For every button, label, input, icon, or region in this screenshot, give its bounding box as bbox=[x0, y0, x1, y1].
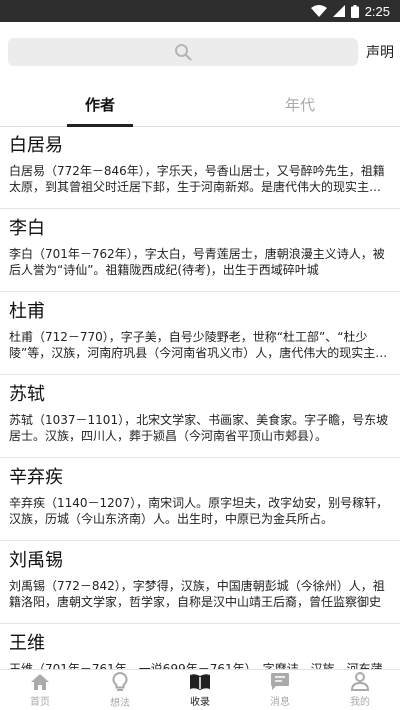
list-item[interactable]: 李白 李白（701年－762年），字太白，号青莲居士，唐朝浪漫主义诗人，被后人誉… bbox=[0, 209, 400, 292]
list-item[interactable]: 辛弃疾 辛弃疾（1140－1207），南宋词人。原字坦夫，改字幼安，别号稼轩，汉… bbox=[0, 458, 400, 541]
author-desc: 刘禹锡（772－842），字梦得，汉族，中国唐朝彭城（今徐州）人，祖籍洛阳，唐朝… bbox=[9, 579, 385, 609]
book-icon bbox=[190, 673, 210, 690]
list-item[interactable]: 苏轼 苏轼（1037－1101），北宋文学家、书画家、美食家。字子瞻，号东坡居士… bbox=[0, 375, 400, 458]
author-desc: 白居易（772年－846年），字乐天，号香山居士，又号醉吟先生，祖籍太原，到其曾… bbox=[9, 164, 385, 194]
nav-label: 想法 bbox=[110, 697, 130, 709]
nav-label: 首页 bbox=[30, 696, 50, 708]
home-icon bbox=[31, 673, 49, 690]
list-item[interactable]: 杜甫 杜甫（712－770），字子美，自号少陵野老，世称“杜工部”、“杜少陵”等… bbox=[0, 292, 400, 375]
author-desc: 杜甫（712－770），字子美，自号少陵野老，世称“杜工部”、“杜少陵”等，汉族… bbox=[9, 330, 388, 360]
tab-bar: 作者 年代 bbox=[0, 82, 400, 127]
status-bar: 2:25 bbox=[0, 0, 400, 22]
list-item[interactable]: 王维 王维（701年－761年，一说699年－761年），字摩诘，汉族，河东蒲州… bbox=[0, 624, 400, 670]
author-name: 刘禹锡 bbox=[9, 550, 63, 571]
lightbulb-icon bbox=[112, 671, 128, 691]
top-bar: 声明 bbox=[0, 22, 400, 82]
nav-label: 消息 bbox=[270, 697, 290, 708]
search-input[interactable] bbox=[8, 38, 358, 66]
nav-messages[interactable]: 消息 bbox=[240, 670, 320, 710]
tab-author[interactable]: 作者 bbox=[0, 82, 200, 127]
nav-label: 我的 bbox=[350, 697, 370, 708]
nav-home[interactable]: 首页 bbox=[0, 670, 80, 710]
battery-icon bbox=[350, 4, 359, 18]
author-name: 白居易 bbox=[9, 135, 63, 156]
author-desc: 李白（701年－762年），字太白，号青莲居士，唐朝浪漫主义诗人，被后人誉为“诗… bbox=[9, 247, 385, 277]
nav-label: 收录 bbox=[190, 696, 210, 708]
wifi-icon bbox=[310, 5, 327, 17]
list-item[interactable]: 白居易 白居易（772年－846年），字乐天，号香山居士，又号醉吟先生，祖籍太原… bbox=[0, 126, 400, 209]
tab-era[interactable]: 年代 bbox=[200, 82, 400, 126]
signal-icon bbox=[332, 5, 345, 17]
status-time: 2:25 bbox=[364, 3, 390, 19]
bottom-nav: 首页 想法 收录 消息 我的 bbox=[0, 669, 400, 710]
person-icon bbox=[351, 672, 369, 691]
author-name: 杜甫 bbox=[9, 301, 45, 322]
message-icon bbox=[271, 673, 289, 690]
nav-collection[interactable]: 收录 bbox=[160, 670, 240, 710]
nav-me[interactable]: 我的 bbox=[320, 670, 400, 710]
author-name: 辛弃疾 bbox=[9, 467, 63, 488]
author-name: 李白 bbox=[9, 218, 45, 239]
author-desc: 苏轼（1037－1101），北宋文学家、书画家、美食家。字子瞻，号东坡居士。汉族… bbox=[9, 413, 389, 443]
author-list: 白居易 白居易（772年－846年），字乐天，号香山居士，又号醉吟先生，祖籍太原… bbox=[0, 126, 400, 670]
statement-link[interactable]: 声明 bbox=[366, 42, 394, 62]
author-desc: 辛弃疾（1140－1207），南宋词人。原字坦夫，改字幼安，别号稼轩，汉族，历城… bbox=[9, 496, 389, 526]
search-icon bbox=[175, 44, 192, 61]
nav-ideas[interactable]: 想法 bbox=[80, 670, 160, 710]
author-name: 苏轼 bbox=[9, 384, 45, 405]
author-name: 王维 bbox=[9, 633, 45, 654]
list-item[interactable]: 刘禹锡 刘禹锡（772－842），字梦得，汉族，中国唐朝彭城（今徐州）人，祖籍洛… bbox=[0, 541, 400, 624]
